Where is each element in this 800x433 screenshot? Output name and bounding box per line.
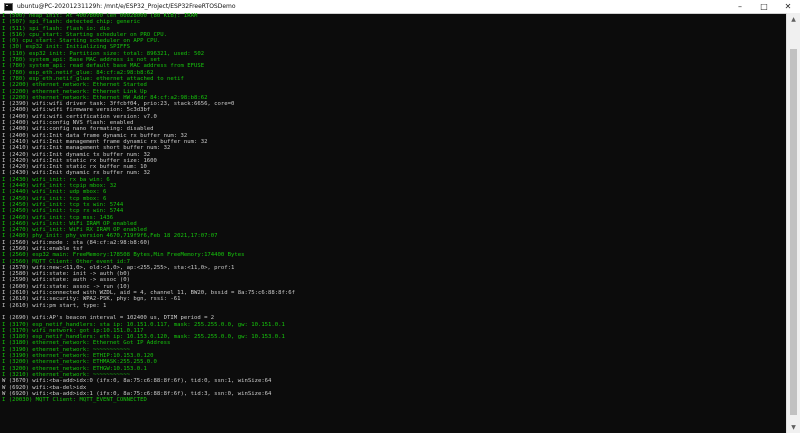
console-line: I (20030) MQTT Client: MQTT_EVENT_CONNEC… <box>2 397 147 404</box>
close-icon: ✕ <box>784 2 792 11</box>
window-title: ubuntu@PC-20201231129h: /mnt/e/ESP32_Pro… <box>17 3 236 10</box>
scrollbar-thumb[interactable] <box>790 49 797 415</box>
terminal-window: ubuntu@PC-20201231129h: /mnt/e/ESP32_Pro… <box>0 0 800 433</box>
minimize-button[interactable]: – <box>728 0 752 13</box>
scroll-up-button[interactable]: ▲ <box>787 13 800 25</box>
vertical-scrollbar[interactable]: ▲ ▼ <box>786 13 800 433</box>
chevron-up-icon: ▲ <box>791 15 796 23</box>
chevron-down-icon: ▼ <box>791 423 796 431</box>
title-bar[interactable]: ubuntu@PC-20201231129h: /mnt/e/ESP32_Pro… <box>0 0 800 14</box>
maximize-button[interactable]: □ <box>752 0 776 13</box>
maximize-icon: □ <box>760 2 768 11</box>
terminal-app-icon <box>4 2 13 11</box>
console-output[interactable]: I (500) heap_init: At 40078000 len 00028… <box>2 13 786 431</box>
window-controls: – □ ✕ <box>728 0 800 13</box>
close-button[interactable]: ✕ <box>776 0 800 13</box>
minimize-icon: – <box>738 2 742 11</box>
scroll-down-button[interactable]: ▼ <box>787 421 800 433</box>
